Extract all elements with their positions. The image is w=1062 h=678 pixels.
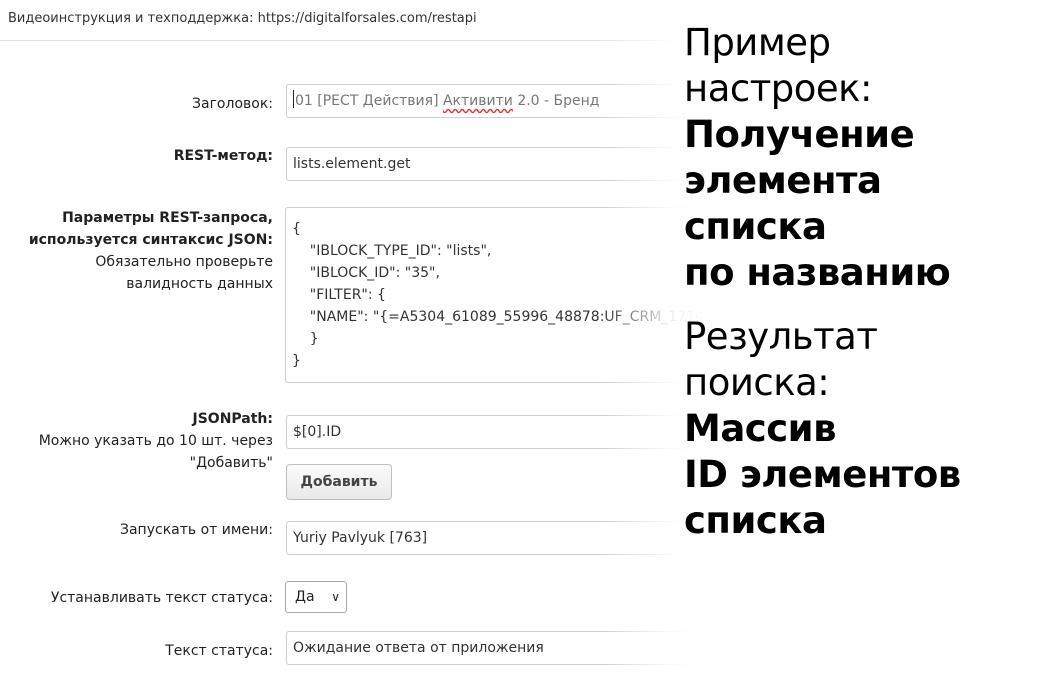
overlay-line-8: поиска: — [684, 361, 830, 404]
overlay-line-2: настроек: — [684, 67, 872, 110]
status-text-input[interactable]: Ожидание ответа от приложения — [286, 631, 1046, 665]
support-text: Видеоинструкция и техподдержка: https://… — [8, 11, 477, 26]
title-value-suffix: 2.0 - Бренд — [512, 93, 600, 109]
overlay-line-6: по названию — [684, 251, 951, 294]
params-label: Параметры REST-запроса, используется син… — [29, 207, 273, 295]
overlay-line-9: Массив — [684, 407, 837, 450]
set-status-select[interactable]: Да ∨ — [285, 581, 347, 613]
params-label-line1: Параметры REST-запроса, — [62, 210, 273, 226]
add-jsonpath-button[interactable]: Добавить — [286, 464, 392, 500]
run-as-label: Запускать от имени: — [120, 522, 273, 538]
jsonpath-label: JSONPath: Можно указать до 10 шт. через … — [39, 408, 273, 474]
status-text-label: Текст статуса: — [165, 643, 273, 659]
overlay-line-7: Результат — [684, 315, 878, 358]
jsonpath-label-line2: Можно указать до 10 шт. через — [38, 433, 273, 449]
overlay-line-1: Пример — [684, 21, 831, 64]
overlay-line-4: элемента — [684, 159, 882, 202]
overlay-line-5: списка — [684, 205, 827, 248]
jsonpath-label-line3: "Добавить" — [189, 455, 273, 471]
title-value-misspelled: Активити — [442, 93, 513, 109]
params-label-line2: используется синтаксис JSON: — [28, 232, 273, 248]
overlay-line-11: списка — [684, 499, 827, 542]
annotation-overlay: Пример настроек: Получение элемента спис… — [684, 20, 1062, 544]
chevron-down-icon: ∨ — [331, 590, 340, 604]
overlay-line-10: ID элементов — [684, 453, 961, 496]
rest-method-label: REST-метод: — [173, 148, 273, 164]
set-status-selected: Да — [295, 589, 315, 605]
params-label-line4: валидность данных — [126, 276, 273, 292]
jsonpath-label-line1: JSONPath: — [192, 411, 274, 427]
text-caret — [293, 90, 294, 108]
title-value-prefix: 01 [РЕСТ Действия] — [295, 93, 443, 109]
overlay-line-3: Получение — [684, 113, 915, 156]
set-status-label: Устанавливать текст статуса: — [50, 590, 273, 606]
params-label-line3: Обязательно проверьте — [95, 254, 273, 270]
title-label: Заголовок: — [192, 96, 273, 112]
